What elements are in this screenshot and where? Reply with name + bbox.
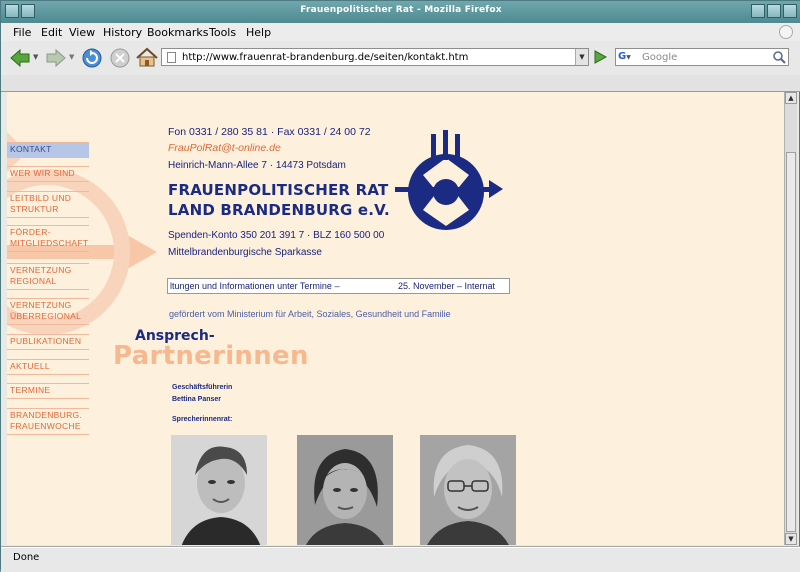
close-icon[interactable] bbox=[783, 4, 797, 18]
address-dropdown-icon[interactable]: ▼ bbox=[575, 49, 588, 65]
go-icon[interactable] bbox=[592, 49, 608, 65]
menu-bookmarks[interactable]: Bookmarks bbox=[147, 26, 208, 39]
sidebar-item-label-2: FRAUENWOCHE bbox=[10, 421, 81, 431]
contact-address: Heinrich-Mann-Allee 7 · 14473 Potsdam bbox=[168, 160, 346, 171]
council-label: Sprecherinnenrat: bbox=[172, 416, 233, 423]
scroll-up-icon[interactable]: ▲ bbox=[785, 92, 797, 104]
menu-file[interactable]: File bbox=[13, 26, 31, 39]
menu-history[interactable]: History bbox=[103, 26, 142, 39]
sidebar-item-label: KONTAKT bbox=[10, 144, 52, 154]
home-icon[interactable] bbox=[135, 46, 159, 68]
sidebar-item-aktuell[interactable]: AKTUELL bbox=[7, 359, 89, 375]
sidebar-item-termine[interactable]: TERMINE bbox=[7, 383, 89, 399]
sidebar-item-label: BRANDENBURG. bbox=[10, 410, 83, 420]
title-bar: Frauenpolitischer Rat - Mozilla Firefox bbox=[1, 1, 800, 24]
portrait-photo-2 bbox=[297, 435, 393, 545]
sidebar-item-label-2: ÜBERREGIONAL bbox=[10, 311, 82, 321]
scrollbar-thumb[interactable] bbox=[786, 152, 796, 532]
org-name-line1: FRAUENPOLITISCHER RAT bbox=[168, 181, 389, 199]
bank-account: Spenden-Konto 350 201 391 7 · BLZ 160 50… bbox=[168, 230, 385, 241]
bank-name: Mittelbrandenburgische Sparkasse bbox=[168, 247, 322, 258]
google-icon[interactable]: G▼ bbox=[618, 51, 638, 63]
sidebar-item-label: TERMINE bbox=[10, 385, 51, 395]
maximize-icon[interactable] bbox=[767, 4, 781, 18]
scroll-down-icon[interactable]: ▼ bbox=[785, 533, 797, 545]
vertical-scrollbar[interactable]: ▲ ▼ bbox=[784, 92, 797, 545]
sidebar-item-label: WER WIR SIND bbox=[10, 168, 75, 178]
sidebar-item-label: VERNETZUNG bbox=[10, 265, 72, 275]
ticker-text-left: ltungen und Informationen unter Termine … bbox=[170, 281, 340, 291]
portrait-photo-3 bbox=[420, 435, 516, 545]
sidebar-item-leitbild[interactable]: LEITBILD UND STRUKTUR bbox=[7, 191, 89, 218]
sidebar-item-label: VERNETZUNG bbox=[10, 300, 72, 310]
window-title: Frauenpolitischer Rat - Mozilla Firefox bbox=[300, 5, 502, 15]
menu-tools[interactable]: Tools bbox=[209, 26, 236, 39]
menu-help[interactable]: Help bbox=[246, 26, 271, 39]
status-text: Done bbox=[13, 552, 40, 563]
reload-icon[interactable] bbox=[81, 47, 103, 69]
menu-edit[interactable]: Edit bbox=[41, 26, 62, 39]
browser-window: Frauenpolitischer Rat - Mozilla Firefox … bbox=[0, 0, 800, 572]
search-icon[interactable] bbox=[772, 50, 786, 64]
sidebar-item-kontakt[interactable]: KONTAKT bbox=[7, 142, 89, 158]
news-ticker[interactable]: ltungen und Informationen unter Termine … bbox=[167, 278, 510, 294]
funding-note: gefördert vom Ministerium für Arbeit, So… bbox=[169, 309, 451, 319]
search-placeholder: Google bbox=[642, 52, 678, 63]
org-name-line2: LAND BRANDENBURG e.V. bbox=[168, 201, 390, 219]
sidebar-item-wer-wir-sind[interactable]: WER WIR SIND bbox=[7, 166, 89, 182]
address-bar[interactable]: http://www.frauenrat-brandenburg.de/seit… bbox=[161, 48, 589, 66]
status-bar: Done bbox=[1, 546, 800, 572]
manager-name: Bettina Panser bbox=[172, 396, 222, 403]
sidebar-item-frauenwoche[interactable]: BRANDENBURG. FRAUENWOCHE bbox=[7, 408, 89, 435]
sidebar-item-publikationen[interactable]: PUBLIKATIONEN bbox=[7, 334, 89, 350]
sidebar-item-label-2: MITGLIEDSCHAFT bbox=[10, 238, 89, 248]
portrait-photo-1 bbox=[171, 435, 267, 545]
forward-dropdown-icon[interactable]: ▼ bbox=[69, 53, 74, 61]
stop-icon[interactable] bbox=[109, 47, 131, 69]
page-content: KONTAKT WER WIR SIND LEITBILD UND STRUKT… bbox=[7, 92, 784, 545]
manager-label: Geschäftsführerin bbox=[172, 384, 233, 391]
contact-phone: Fon 0331 / 280 35 81 · Fax 0331 / 24 00 … bbox=[168, 126, 371, 138]
sidebar-item-label-2: REGIONAL bbox=[10, 276, 57, 286]
sidebar-item-label: FÖRDER- bbox=[10, 227, 51, 237]
sidebar-item-label-2: STRUKTUR bbox=[10, 204, 59, 214]
organization-logo bbox=[395, 130, 503, 230]
page-icon bbox=[167, 52, 176, 63]
forward-icon[interactable] bbox=[45, 48, 67, 68]
search-box[interactable]: G▼ Google bbox=[615, 48, 789, 66]
contact-email-link[interactable]: FrauPolRat@t-online.de bbox=[168, 142, 281, 154]
back-icon[interactable] bbox=[9, 48, 31, 68]
sidebar-item-foerder[interactable]: FÖRDER- MITGLIEDSCHAFT bbox=[7, 225, 89, 252]
menu-view[interactable]: View bbox=[69, 26, 95, 39]
menu-bar: File Edit View History Bookmarks Tools H… bbox=[1, 23, 800, 42]
sidebar-item-label: LEITBILD UND bbox=[10, 193, 72, 203]
address-text[interactable]: http://www.frauenrat-brandenburg.de/seit… bbox=[182, 52, 468, 63]
minimize-icon[interactable] bbox=[751, 4, 765, 18]
back-dropdown-icon[interactable]: ▼ bbox=[33, 53, 38, 61]
page-heading-line2: Partnerinnen bbox=[113, 341, 309, 371]
sidebar-item-vernetzung-ueberregional[interactable]: VERNETZUNG ÜBERREGIONAL bbox=[7, 298, 89, 325]
ticker-text-right: 25. November – Internat bbox=[398, 281, 496, 291]
throbber-icon bbox=[779, 25, 793, 39]
sidebar-item-vernetzung-regional[interactable]: VERNETZUNG REGIONAL bbox=[7, 263, 89, 290]
bookmarks-toolbar bbox=[1, 75, 800, 92]
sidebar-item-label: PUBLIKATIONEN bbox=[10, 336, 82, 346]
sidebar-item-label: AKTUELL bbox=[10, 361, 50, 371]
